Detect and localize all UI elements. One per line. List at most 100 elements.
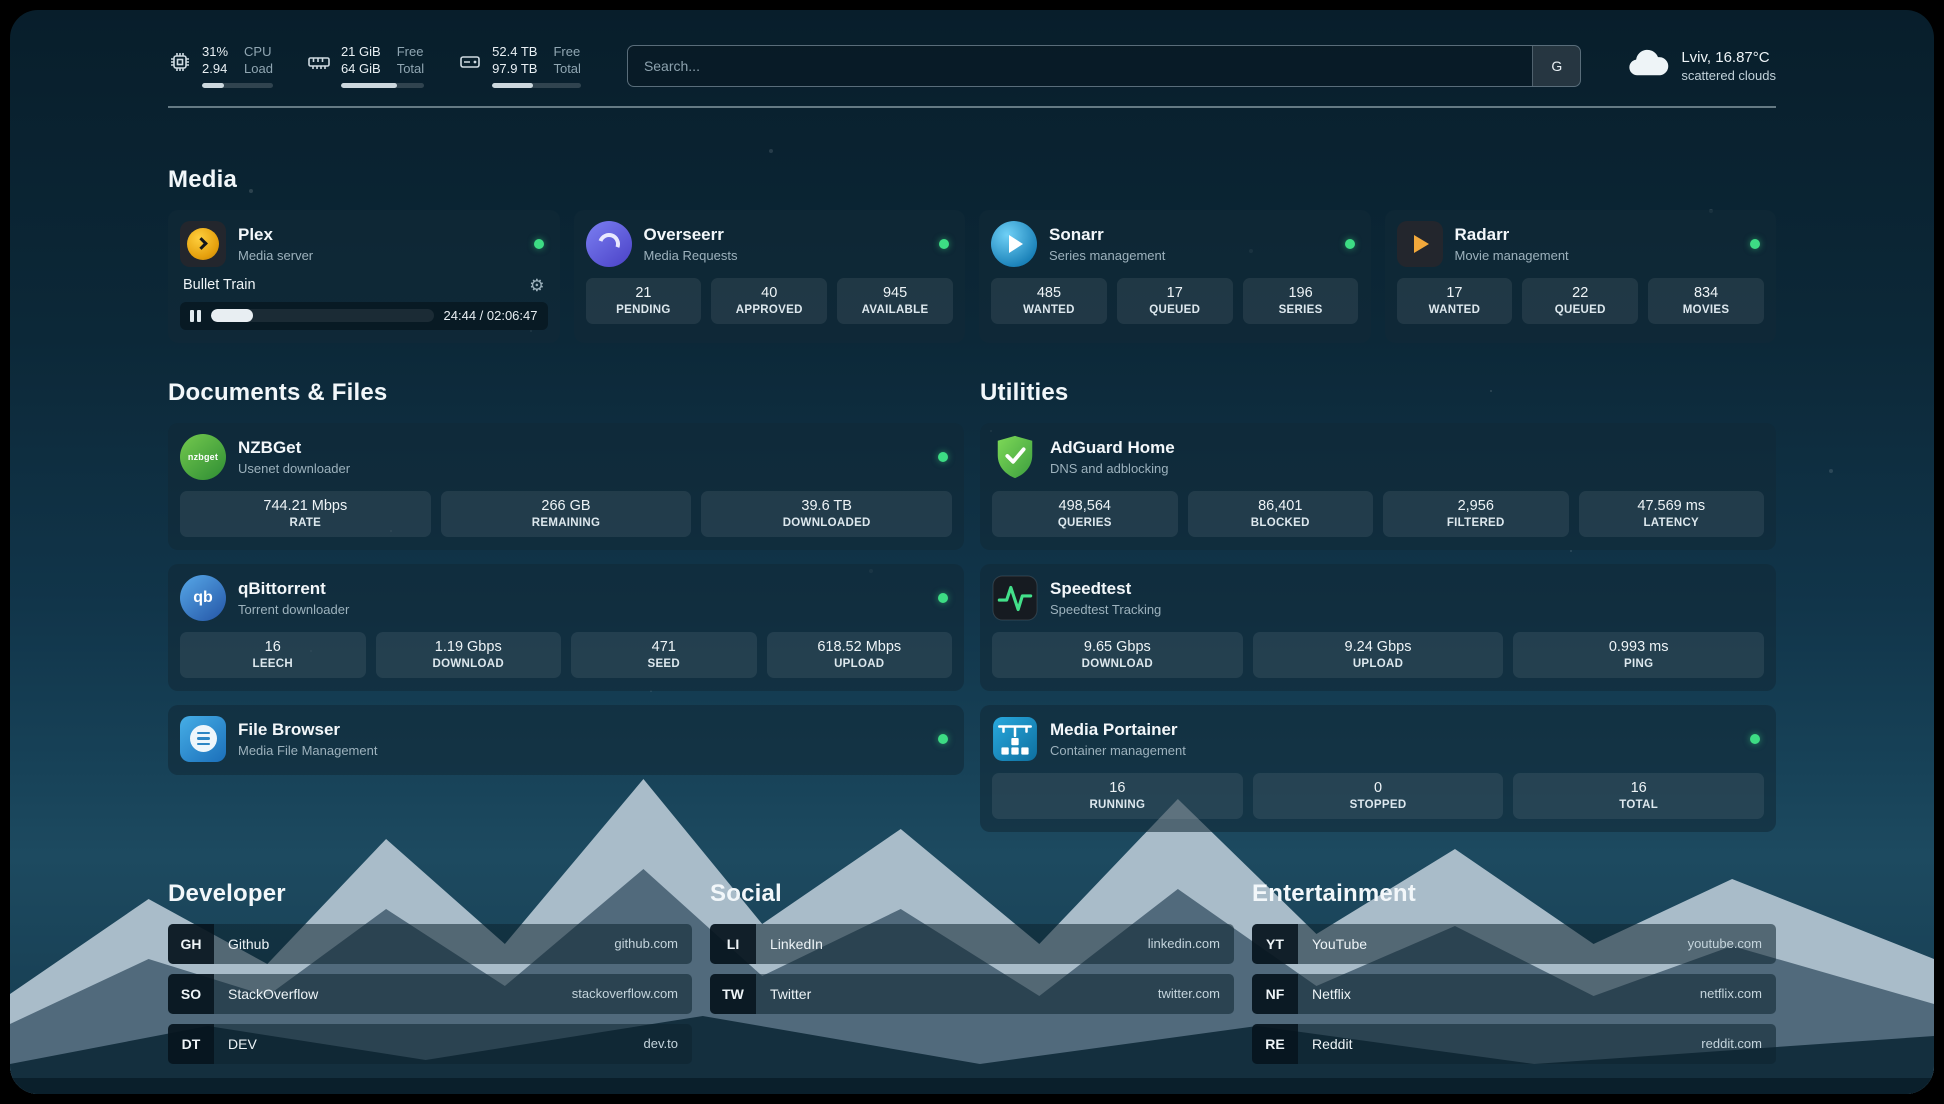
bookmark-url: youtube.com [1674, 936, 1776, 951]
stat-label: SEED [575, 658, 753, 670]
bookmark-dev[interactable]: DT DEV dev.to [168, 1024, 692, 1064]
bookmark-group-entertainment: Entertainment YT YouTube youtube.com NF … [1252, 880, 1776, 1064]
bookmark-name: YouTube [1298, 936, 1674, 952]
portainer-card[interactable]: Media Portainer Container management 16R… [980, 705, 1776, 832]
disk-icon [458, 44, 482, 79]
stat-label: DOWNLOAD [380, 658, 558, 670]
cpu-progress-track [202, 83, 273, 88]
stat-tile: 40 APPROVED [711, 278, 827, 324]
bookmark-name: Netflix [1298, 986, 1686, 1002]
plex-card[interactable]: Plex Media server Bullet Train ⚙ 24:44 /… [168, 210, 560, 343]
documents-column: Documents & Files nzbget NZBGet Usenet d… [168, 379, 964, 832]
bookmark-youtube[interactable]: YT YouTube youtube.com [1252, 924, 1776, 964]
bookmark-stackoverflow[interactable]: SO StackOverflow stackoverflow.com [168, 974, 692, 1014]
bookmark-twitter[interactable]: TW Twitter twitter.com [710, 974, 1234, 1014]
memory-total-label: Total [397, 61, 424, 77]
bookmark-netflix[interactable]: NF Netflix netflix.com [1252, 974, 1776, 1014]
stat-label: APPROVED [715, 304, 823, 316]
bookmark-name: LinkedIn [756, 936, 1134, 952]
status-dot [534, 239, 544, 249]
radarr-card[interactable]: Radarr Movie management 17WANTED 22QUEUE… [1385, 210, 1777, 343]
stat-tile: 945AVAILABLE [837, 278, 953, 324]
bookmark-linkedin[interactable]: LI LinkedIn linkedin.com [710, 924, 1234, 964]
bookmark-reddit[interactable]: RE Reddit reddit.com [1252, 1024, 1776, 1064]
app-subtitle: DNS and adblocking [1050, 461, 1764, 476]
now-playing-title: Bullet Train [183, 277, 256, 293]
stat-tile: 22QUEUED [1522, 278, 1638, 324]
bookmark-name: StackOverflow [214, 986, 558, 1002]
speedtest-icon [992, 575, 1038, 621]
stat-label: QUEUED [1526, 304, 1634, 316]
cpu-monitor: 31% CPU 2.94 Load [168, 44, 273, 88]
app-subtitle: Container management [1050, 743, 1738, 758]
bookmark-name: Twitter [756, 986, 1144, 1002]
status-dot [939, 239, 949, 249]
bookmark-name: Github [214, 936, 600, 952]
playback-progress[interactable] [211, 309, 434, 322]
search-input[interactable] [628, 46, 1532, 86]
stat-value: 0 [1257, 780, 1500, 796]
pause-icon[interactable] [190, 310, 201, 322]
stat-tile: 16 RUNNING [992, 773, 1243, 819]
search-provider-button[interactable]: G [1532, 46, 1580, 86]
cpu-progress-fill [202, 83, 224, 88]
bookmark-github[interactable]: GH Github github.com [168, 924, 692, 964]
bookmark-abbr: LI [710, 924, 756, 964]
bookmark-name: Reddit [1298, 1036, 1687, 1052]
app-subtitle: Series management [1049, 248, 1333, 263]
bookmark-url: dev.to [630, 1036, 692, 1051]
stat-value: 40 [715, 285, 823, 301]
bookmark-abbr: RE [1252, 1024, 1298, 1064]
stat-value: 17 [1401, 285, 1509, 301]
stat-value: 86,401 [1192, 498, 1370, 514]
app-name: NZBGet [238, 438, 926, 458]
stat-label: PING [1517, 658, 1760, 670]
weather-location: Lviv, 16.87°C [1681, 49, 1776, 66]
stat-label: WANTED [1401, 304, 1509, 316]
qbittorrent-card[interactable]: qb qBittorrent Torrent downloader 16LEEC… [168, 564, 964, 691]
bookmark-url: reddit.com [1687, 1036, 1776, 1051]
app-subtitle: Speedtest Tracking [1050, 602, 1764, 617]
stat-label: LATENCY [1583, 517, 1761, 529]
bookmark-url: github.com [600, 936, 692, 951]
overseerr-card[interactable]: Overseerr Media Requests 21PENDING 40APP… [574, 210, 966, 343]
cpu-load: 2.94 [202, 61, 228, 77]
plex-icon [180, 221, 226, 267]
stat-tile: 39.6 TBDOWNLOADED [701, 491, 952, 537]
section-title-developer: Developer [168, 880, 692, 908]
stat-value: 834 [1652, 285, 1760, 301]
stat-label: AVAILABLE [841, 304, 949, 316]
bookmark-url: linkedin.com [1134, 936, 1234, 951]
disk-monitor: 52.4 TB Free 97.9 TB Total [458, 44, 581, 88]
stat-value: 17 [1121, 285, 1229, 301]
stat-label: STOPPED [1257, 799, 1500, 811]
stat-value: 9.24 Gbps [1257, 639, 1500, 655]
stat-tile: 744.21 MbpsRATE [180, 491, 431, 537]
weather-condition: scattered clouds [1681, 68, 1776, 83]
stat-label: UPLOAD [771, 658, 949, 670]
bookmark-url: stackoverflow.com [558, 986, 692, 1001]
app-name: Sonarr [1049, 225, 1333, 245]
stat-label: MOVIES [1652, 304, 1760, 316]
disk-progress-fill [492, 83, 533, 88]
filebrowser-card[interactable]: File Browser Media File Management [168, 705, 964, 775]
bookmark-name: DEV [214, 1036, 630, 1052]
settings-gear-icon[interactable]: ⚙ [529, 277, 544, 294]
memory-monitor: 21 GiB Free 64 GiB Total [307, 44, 424, 88]
bookmark-group-developer: Developer GH Github github.com SO StackO… [168, 880, 692, 1064]
stat-value: 16 [996, 780, 1239, 796]
sonarr-card[interactable]: Sonarr Series management 485WANTED 17QUE… [979, 210, 1371, 343]
cpu-label: CPU [244, 44, 273, 60]
bookmark-abbr: SO [168, 974, 214, 1014]
stat-value: 16 [1517, 780, 1760, 796]
stat-tile: 16LEECH [180, 632, 366, 678]
speedtest-card[interactable]: Speedtest Speedtest Tracking 9.65 GbpsDO… [980, 564, 1776, 691]
overseerr-icon [586, 221, 632, 267]
memory-progress-track [341, 83, 424, 88]
stat-label: FILTERED [1387, 517, 1565, 529]
adguard-card[interactable]: AdGuard Home DNS and adblocking 498,564Q… [980, 423, 1776, 550]
status-dot [938, 452, 948, 462]
stat-label: RUNNING [996, 799, 1239, 811]
nzbget-card[interactable]: nzbget NZBGet Usenet downloader 744.21 M… [168, 423, 964, 550]
app-subtitle: Media File Management [238, 743, 926, 758]
